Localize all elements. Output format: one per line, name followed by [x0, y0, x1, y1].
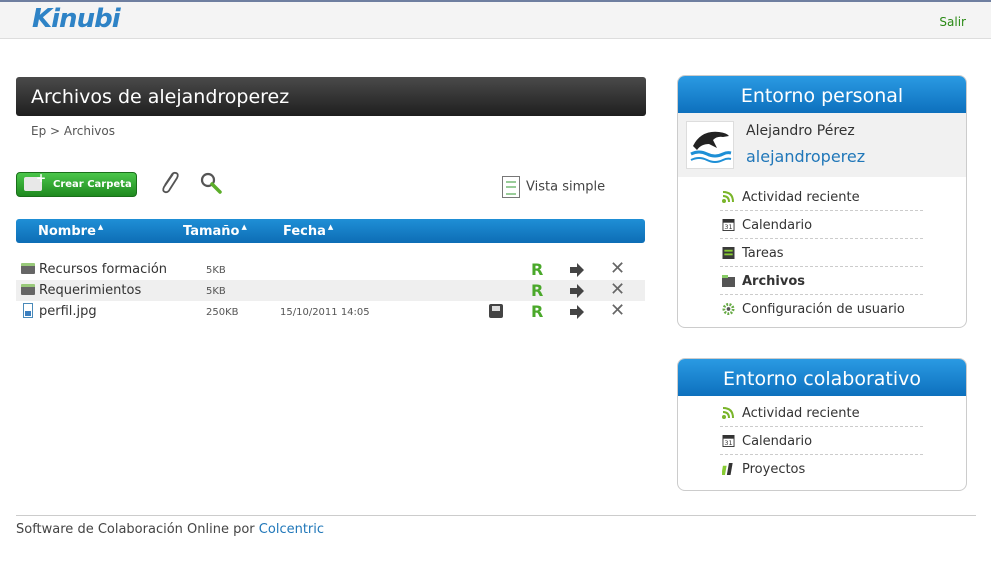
- move-arrow-icon[interactable]: [570, 305, 584, 319]
- avatar[interactable]: [686, 121, 734, 169]
- nav-label: Tareas: [742, 246, 784, 261]
- collab-nav-projects[interactable]: Proyectos: [720, 455, 923, 482]
- attach-icon[interactable]: [158, 170, 180, 196]
- simple-view-toggle[interactable]: Vista simple: [502, 176, 605, 198]
- delete-icon[interactable]: ✕: [610, 281, 625, 299]
- files-table-header: Nombre Tamaño Fecha: [16, 219, 645, 243]
- sort-by-name[interactable]: Nombre: [38, 224, 103, 239]
- user-box: Alejandro Pérez alejandroperez: [678, 113, 966, 177]
- folder-icon: [21, 284, 35, 295]
- delete-icon[interactable]: ✕: [610, 260, 625, 278]
- projects-icon: [722, 463, 733, 475]
- folder-icon: [722, 275, 735, 287]
- folder-add-icon: [24, 171, 46, 191]
- create-folder-label: Crear Carpeta: [53, 179, 132, 190]
- collab-nav-calendar[interactable]: 31 Calendario: [720, 427, 923, 455]
- file-date: 15/10/2011 14:05: [280, 307, 370, 318]
- image-file-icon: [23, 303, 33, 318]
- sort-by-size[interactable]: Tamaño: [183, 224, 247, 239]
- simple-view-label: Vista simple: [526, 179, 606, 195]
- nav-label: Configuración de usuario: [742, 302, 905, 317]
- personal-panel-title: Entorno personal: [678, 76, 966, 113]
- file-name[interactable]: Requerimientos: [39, 283, 141, 298]
- page-title-bar: Archivos de alejandroperez: [16, 77, 646, 116]
- logout-link[interactable]: Salir: [939, 15, 966, 29]
- delete-icon[interactable]: ✕: [610, 302, 625, 320]
- personal-panel: Entorno personal Alejandro Pérez alejand…: [677, 75, 967, 328]
- file-size: 5KB: [206, 286, 226, 297]
- tasks-icon: [722, 247, 735, 259]
- nav-label: Actividad reciente: [742, 190, 860, 205]
- rename-icon[interactable]: R: [531, 260, 543, 279]
- nav-label: Proyectos: [742, 462, 806, 477]
- svg-text:31: 31: [724, 439, 732, 447]
- personal-nav-calendar[interactable]: 31 Calendario: [720, 211, 923, 239]
- folder-icon: [21, 263, 35, 274]
- personal-nav-tasks[interactable]: Tareas: [720, 239, 923, 267]
- calendar-icon: 31: [722, 219, 735, 231]
- create-folder-button[interactable]: Crear Carpeta: [16, 171, 137, 197]
- file-size: 5KB: [206, 265, 226, 276]
- footer-text: Software de Colaboración Online por: [16, 522, 255, 537]
- dolphin-icon: [690, 131, 732, 163]
- file-size: 250KB: [206, 307, 239, 318]
- nav-label: Calendario: [742, 218, 813, 233]
- nav-label: Actividad reciente: [742, 406, 860, 421]
- gear-icon: [722, 303, 735, 315]
- footer-divider: [16, 515, 976, 516]
- download-save-icon[interactable]: [489, 304, 503, 318]
- nav-label: Archivos: [742, 274, 806, 289]
- personal-nav-activity[interactable]: Actividad reciente: [720, 183, 923, 211]
- move-arrow-icon[interactable]: [570, 284, 584, 298]
- personal-nav-files[interactable]: Archivos: [720, 267, 923, 295]
- logo-text: Kinubi: [32, 4, 121, 34]
- rename-icon[interactable]: R: [531, 281, 543, 300]
- user-full-name: Alejandro Pérez: [746, 123, 855, 139]
- collab-nav-activity[interactable]: Actividad reciente: [720, 399, 923, 427]
- list-view-icon: [502, 176, 520, 198]
- nav-label: Calendario: [742, 434, 813, 449]
- file-name[interactable]: perfil.jpg: [39, 304, 97, 319]
- calendar-icon: 31: [722, 435, 735, 447]
- rss-icon: [722, 191, 734, 203]
- table-row: perfil.jpg 250KB 15/10/2011 14:05 R ✕: [16, 301, 645, 322]
- sort-by-date[interactable]: Fecha: [283, 224, 333, 239]
- footer: Software de Colaboración Online por Colc…: [16, 522, 324, 537]
- search-icon[interactable]: [199, 171, 223, 195]
- rename-icon[interactable]: R: [531, 302, 543, 321]
- personal-nav-settings[interactable]: Configuración de usuario: [720, 295, 923, 322]
- collab-panel: Entorno colaborativo Actividad reciente …: [677, 358, 967, 491]
- top-bar: Kinubi Salir: [0, 0, 991, 39]
- move-arrow-icon[interactable]: [570, 263, 584, 277]
- table-row: Recursos formación 5KB R ✕: [16, 259, 645, 280]
- collab-panel-title: Entorno colaborativo: [678, 359, 966, 396]
- page-title: Archivos de alejandroperez: [31, 86, 290, 108]
- file-name[interactable]: Recursos formación: [39, 262, 167, 277]
- user-login-link[interactable]: alejandroperez: [746, 147, 865, 166]
- table-row: Requerimientos 5KB R ✕: [16, 280, 645, 301]
- rss-icon: [722, 407, 734, 419]
- breadcrumb[interactable]: Ep > Archivos: [31, 124, 115, 138]
- svg-text:31: 31: [724, 223, 732, 231]
- colcentric-link[interactable]: Colcentric: [259, 522, 324, 537]
